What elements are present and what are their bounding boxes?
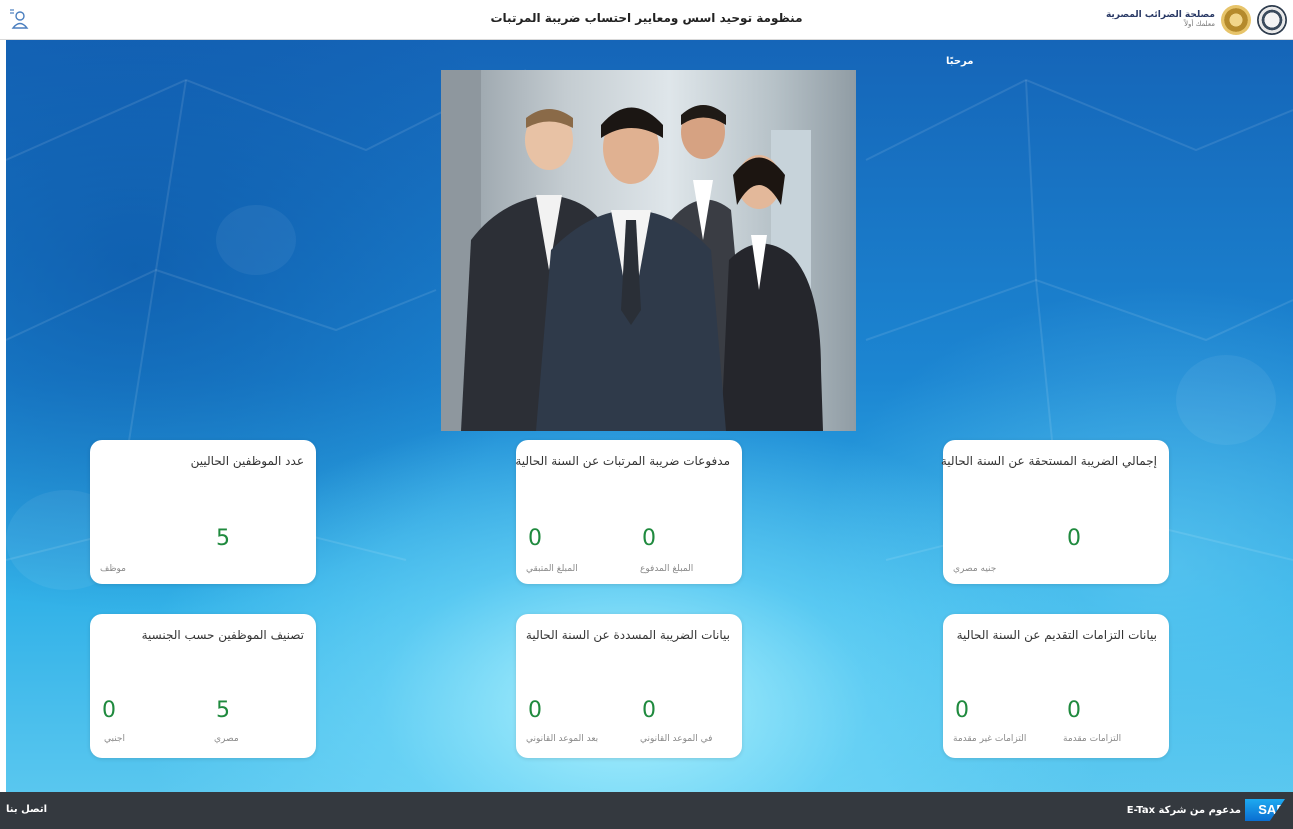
foreign-count-value: 0 — [102, 698, 116, 723]
paid-amount-label: المبلغ المدفوع — [640, 564, 694, 574]
contact-us-link[interactable]: اتصل بنا — [6, 804, 47, 815]
ontime-value: 0 — [642, 698, 656, 723]
foreign-label: اجنبي — [104, 734, 125, 744]
employees-count-value: 5 — [216, 526, 230, 551]
card-title: إجمالي الضريبة المستحقة عن السنة الحالية — [940, 454, 1157, 468]
brand-text: مصلحة الضرائب المصرية معلمك أولاً — [1106, 10, 1215, 29]
submitted-obligations-value: 0 — [1067, 698, 1081, 723]
remaining-amount-label: المبلغ المتبقي — [526, 564, 578, 574]
card-current-employees[interactable]: عدد الموظفين الحاليين 5 موظف — [90, 440, 316, 584]
dashboard-main: مرحبًا إجمالي الضريبة المستحقة عن السنة … — [6, 40, 1293, 792]
ontime-label: في الموعد القانوني — [640, 734, 713, 744]
card-filing-obligations[interactable]: بيانات التزامات التقديم عن السنة الحالية… — [943, 614, 1169, 758]
card-title: تصنيف الموظفين حسب الجنسية — [141, 628, 304, 642]
total-tax-value: 0 — [1067, 526, 1081, 551]
card-title: بيانات الضريبة المسددة عن السنة الحالية — [525, 628, 730, 642]
remaining-amount-value: 0 — [528, 526, 542, 551]
submitted-obligations-label: التزامات مقدمة — [1063, 734, 1122, 744]
employees-unit: موظف — [100, 564, 126, 574]
egyptian-label: مصري — [214, 734, 239, 744]
powered-by-text: مدعوم من شركة E-Tax — [1126, 804, 1241, 816]
welcome-text: مرحبًا — [946, 56, 974, 67]
late-label: بعد الموعد القانوني — [526, 734, 599, 744]
total-tax-unit: جنيه مصري — [953, 564, 997, 574]
card-salary-tax-payments[interactable]: مدفوعات ضريبة المرتبات عن السنة الحالية … — [515, 440, 742, 584]
card-title: مدفوعات ضريبة المرتبات عن السنة الحالية — [515, 454, 730, 468]
authority-seal-icon — [1257, 5, 1287, 35]
gold-emblem-icon — [1221, 5, 1251, 35]
card-employees-by-nationality[interactable]: تصنيف الموظفين حسب الجنسية 5 مصري 0 اجنب… — [90, 614, 316, 758]
card-title: بيانات التزامات التقديم عن السنة الحالية — [956, 628, 1157, 642]
card-title: عدد الموظفين الحاليين — [190, 454, 304, 468]
sap-logo-icon: SAP — [1245, 799, 1285, 821]
egyptian-count-value: 5 — [216, 698, 230, 723]
powered-by: SAP مدعوم من شركة E-Tax — [1127, 799, 1285, 821]
card-total-tax[interactable]: إجمالي الضريبة المستحقة عن السنة الحالية… — [940, 440, 1169, 584]
brand-area[interactable]: مصلحة الضرائب المصرية معلمك أولاً — [1106, 4, 1287, 36]
app-title: منظومة توحيد اسس ومعايير احتساب ضريبة ال… — [490, 11, 803, 25]
unsubmitted-obligations-value: 0 — [955, 698, 969, 723]
brand-tagline: معلمك أولاً — [1184, 20, 1215, 29]
paid-amount-value: 0 — [642, 526, 656, 551]
app-header: منظومة توحيد اسس ومعايير احتساب ضريبة ال… — [0, 0, 1293, 40]
unsubmitted-obligations-label: التزامات غير مقدمة — [953, 734, 1027, 744]
app-footer: اتصل بنا SAP مدعوم من شركة E-Tax — [0, 792, 1293, 829]
hero-team-photo — [441, 70, 856, 431]
late-value: 0 — [528, 698, 542, 723]
card-paid-tax[interactable]: بيانات الضريبة المسددة عن السنة الحالية … — [516, 614, 742, 758]
